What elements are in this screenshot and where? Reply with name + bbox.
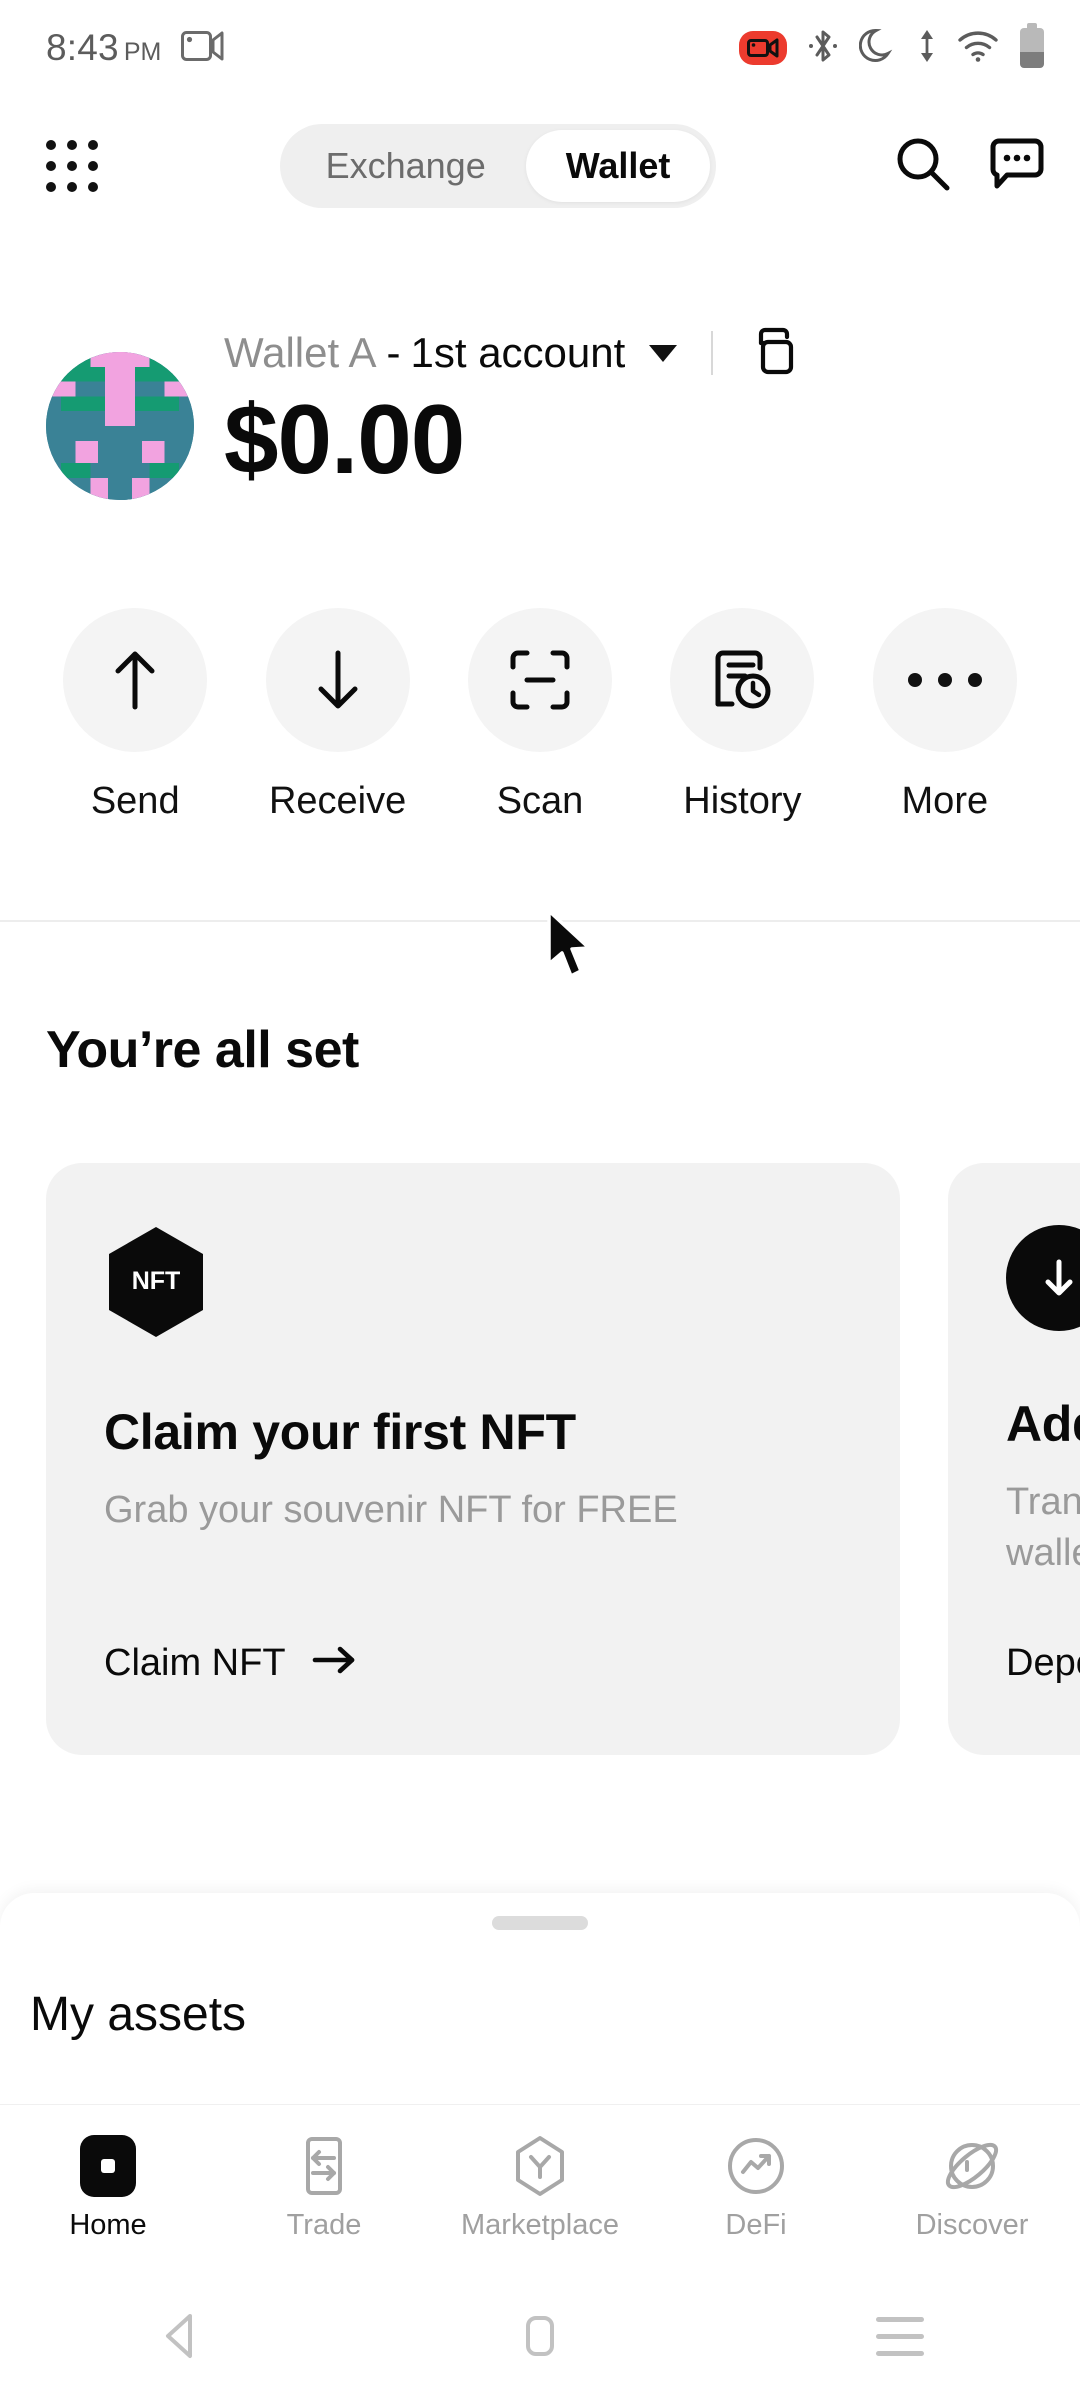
action-label-send: Send — [90, 780, 180, 822]
quick-actions: Send Receive Scan History More — [0, 608, 1080, 823]
defi-trend-icon — [726, 2135, 786, 2197]
nav-label-home: Home — [69, 2209, 147, 2241]
promo-card-title: Add funds — [1006, 1396, 1080, 1452]
status-ampm: PM — [123, 38, 162, 66]
account-divider — [711, 331, 714, 375]
app-screen: 8:43 PM Exchange Wallet Wallet A - 1st a… — [0, 0, 1080, 2400]
nav-label-trade: Trade — [286, 2209, 362, 2241]
promo-card-subtitle: Grab your souvenir NFT for FREE — [104, 1489, 678, 1531]
promo-card-cta-label: Deposit — [1006, 1642, 1080, 1684]
tab-wallet[interactable]: Wallet — [525, 130, 711, 202]
identicon-avatar[interactable] — [46, 352, 194, 500]
account-name: 1st account — [410, 329, 626, 376]
recent-apps-icon[interactable] — [720, 2316, 1080, 2356]
exchange-wallet-toggle[interactable]: Exchange Wallet — [279, 124, 717, 208]
trade-swap-icon — [298, 2135, 350, 2197]
arrow-down-icon[interactable] — [265, 608, 410, 752]
copy-icon[interactable] — [747, 325, 799, 382]
home-square-icon[interactable] — [360, 2312, 720, 2360]
action-receive[interactable]: Receive — [236, 608, 438, 823]
grid-menu-icon[interactable] — [46, 140, 98, 192]
promo-card-cta-label: Claim NFT — [104, 1642, 286, 1684]
ellipsis-icon[interactable] — [872, 608, 1017, 752]
claim-nft-button[interactable]: Claim NFT — [104, 1642, 358, 1685]
battery-icon — [1020, 23, 1044, 68]
account-summary: Wallet A - 1st account $0.00 — [0, 322, 1080, 500]
action-more[interactable]: More — [844, 608, 1046, 823]
page-title: You’re all set — [46, 1021, 359, 1079]
wifi-icon — [957, 29, 999, 68]
account-name-separator: - — [386, 329, 401, 376]
nft-badge-text: NFT — [132, 1267, 181, 1295]
nft-hexagon-icon: NFT — [104, 1225, 208, 1339]
action-scan[interactable]: Scan — [439, 608, 641, 823]
home-icon — [80, 2135, 136, 2197]
document-clock-icon[interactable] — [670, 608, 815, 752]
arrow-down-circle-icon — [1006, 1225, 1080, 1331]
section-divider — [0, 920, 1080, 922]
account-selector-row: Wallet A - 1st account — [224, 322, 799, 384]
bottom-navigation: Home Trade Marketplace DeFi Discover — [0, 2104, 1080, 2272]
wallet-label: Wallet A — [224, 329, 377, 376]
arrow-right-icon — [312, 1642, 358, 1685]
wallet-balance: $0.00 — [224, 384, 465, 494]
action-history[interactable]: History — [641, 608, 843, 823]
tab-exchange[interactable]: Exchange — [286, 130, 526, 202]
app-header: Exchange Wallet — [0, 112, 1080, 220]
status-bar-clock: 8:43 PM — [46, 27, 161, 69]
status-bar-left: 8:43 PM — [46, 27, 225, 69]
promo-card-nft[interactable]: NFT Claim your first NFT Grab your souve… — [46, 1163, 900, 1755]
nav-label-defi: DeFi — [725, 2209, 787, 2241]
screen-record-badge-icon — [739, 31, 787, 65]
action-label-scan: Scan — [496, 780, 584, 822]
scan-frame-icon[interactable] — [468, 608, 613, 752]
back-triangle-icon[interactable] — [0, 2312, 360, 2360]
action-label-more: More — [901, 780, 989, 822]
search-icon[interactable] — [892, 133, 954, 200]
marketplace-hexagon-icon — [513, 2135, 567, 2197]
discover-planet-icon — [942, 2135, 1002, 2197]
promo-card-carousel[interactable]: NFT Claim your first NFT Grab your souve… — [46, 1163, 1080, 1755]
action-send[interactable]: Send — [34, 608, 236, 823]
nav-label-marketplace: Marketplace — [461, 2209, 619, 2241]
drag-handle[interactable] — [492, 1916, 588, 1930]
promo-card-add-funds[interactable]: Add funds Transfer crypto to your wallet… — [948, 1163, 1080, 1755]
chat-bubble-icon[interactable] — [988, 136, 1046, 197]
account-details: Wallet A - 1st account $0.00 — [224, 322, 799, 494]
screen-record-icon — [181, 29, 225, 68]
action-label-receive: Receive — [268, 780, 407, 822]
promo-card-subtitle: Transfer crypto to your wallet — [1006, 1481, 1080, 1575]
nav-item-home[interactable]: Home — [0, 2135, 216, 2242]
status-time: 8:43 — [46, 27, 119, 68]
arrow-up-icon[interactable] — [63, 608, 208, 752]
bluetooth-icon — [808, 26, 838, 71]
my-assets-title: My assets — [30, 1988, 247, 2041]
data-transfer-icon — [918, 26, 936, 71]
status-bar: 8:43 PM — [0, 0, 1080, 96]
action-label-history: History — [683, 780, 802, 822]
nav-item-marketplace[interactable]: Marketplace — [432, 2135, 648, 2242]
header-actions — [892, 133, 1046, 200]
nav-item-trade[interactable]: Trade — [216, 2135, 432, 2242]
deposit-button[interactable]: Deposit — [1006, 1642, 1080, 1685]
nav-item-defi[interactable]: DeFi — [648, 2135, 864, 2242]
nav-label-discover: Discover — [915, 2209, 1029, 2241]
android-navigation-bar — [0, 2272, 1080, 2400]
nav-item-discover[interactable]: Discover — [864, 2135, 1080, 2242]
chevron-down-icon[interactable] — [649, 344, 678, 362]
status-bar-right — [739, 23, 1044, 71]
promo-card-title: Claim your first NFT — [104, 1404, 576, 1460]
do-not-disturb-moon-icon — [858, 26, 897, 71]
